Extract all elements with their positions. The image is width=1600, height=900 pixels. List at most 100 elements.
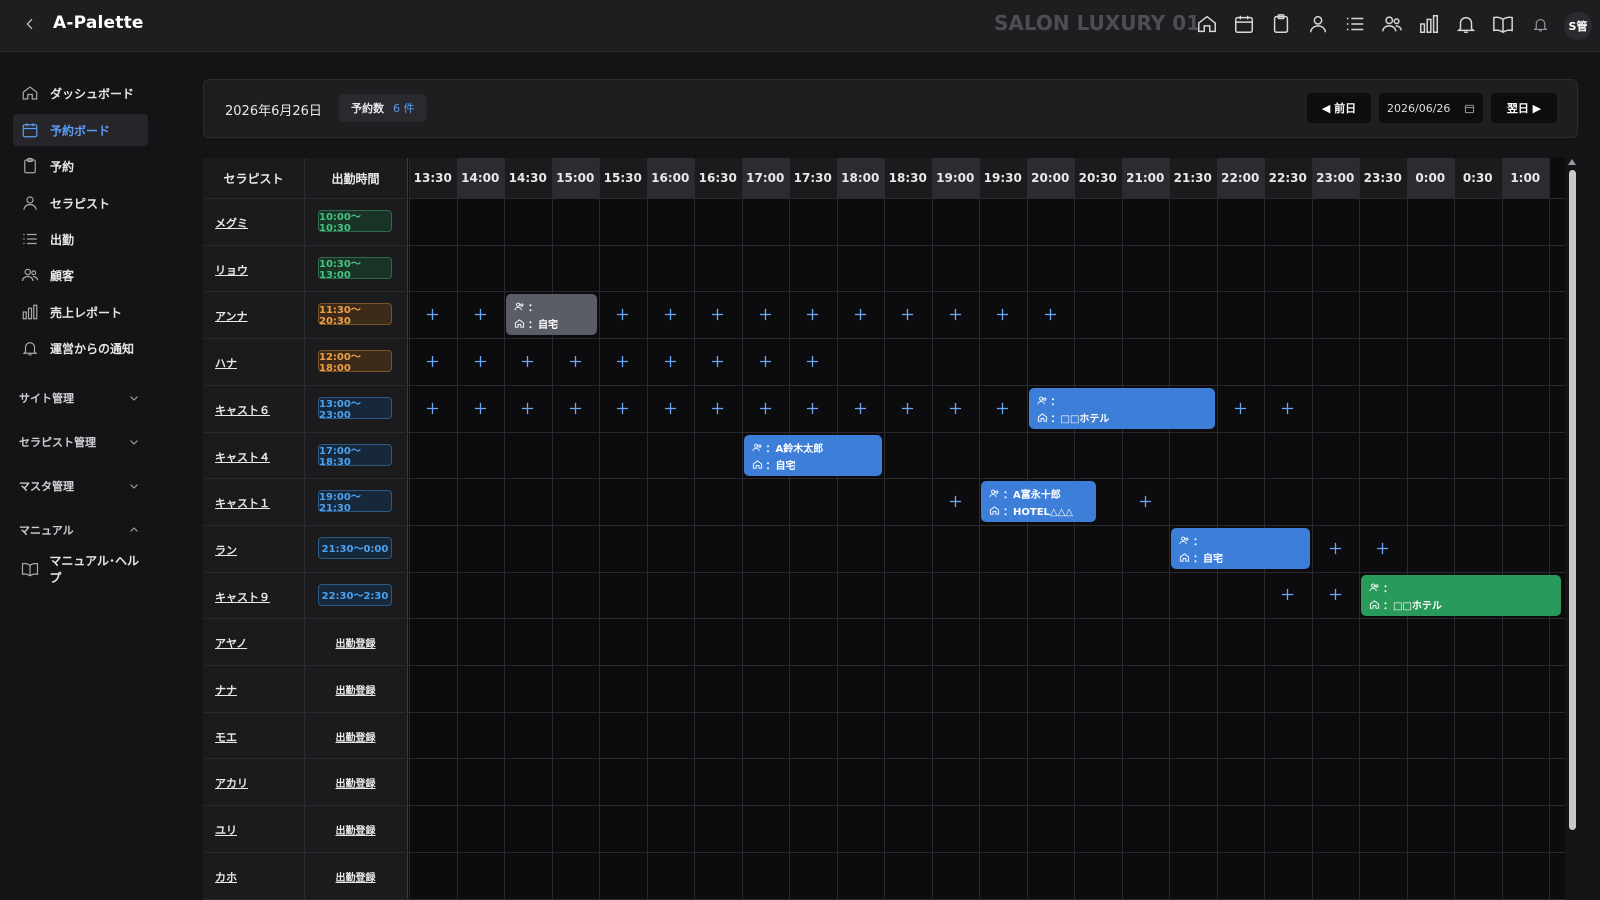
add-booking-button[interactable] bbox=[423, 351, 443, 371]
add-booking-button[interactable] bbox=[708, 398, 728, 418]
add-booking-button[interactable] bbox=[613, 351, 633, 371]
add-booking-button[interactable] bbox=[660, 305, 680, 325]
therapist-name[interactable]: キャスト４ bbox=[215, 449, 270, 465]
sidebar-item-2[interactable]: 予約 bbox=[13, 150, 148, 182]
list-icon[interactable] bbox=[1342, 11, 1368, 37]
add-booking-button[interactable] bbox=[755, 305, 775, 325]
add-booking-button[interactable] bbox=[803, 398, 823, 418]
add-booking-button[interactable] bbox=[850, 305, 870, 325]
add-booking-button[interactable] bbox=[755, 351, 775, 371]
add-booking-button[interactable] bbox=[898, 398, 918, 418]
therapist-name[interactable]: アンナ bbox=[215, 308, 248, 324]
prev-day-button[interactable]: ◀ 前日 bbox=[1307, 93, 1371, 123]
add-booking-button[interactable] bbox=[803, 305, 823, 325]
sidebar-section-2[interactable]: マスタ管理 bbox=[19, 475, 140, 497]
vertical-scrollbar[interactable] bbox=[1565, 158, 1579, 900]
therapist-name[interactable]: モエ bbox=[215, 729, 237, 745]
booking-card[interactable]: ： ：自宅 bbox=[506, 294, 597, 336]
users-icon[interactable] bbox=[1379, 11, 1405, 37]
therapist-name[interactable]: キャスト９ bbox=[215, 589, 270, 605]
home-icon[interactable] bbox=[1194, 11, 1220, 37]
therapist-name[interactable]: アカリ bbox=[215, 775, 248, 791]
add-booking-button[interactable] bbox=[1135, 492, 1155, 512]
person-icon[interactable] bbox=[1305, 11, 1331, 37]
sidebar-item-manual-help[interactable]: マニュアル･ヘルプ bbox=[13, 553, 148, 585]
add-booking-button[interactable] bbox=[945, 305, 965, 325]
add-booking-button[interactable] bbox=[565, 351, 585, 371]
book-icon[interactable] bbox=[1490, 11, 1516, 37]
therapist-name[interactable]: ナナ bbox=[215, 682, 237, 698]
sidebar-section-1[interactable]: セラピスト管理 bbox=[19, 431, 140, 453]
add-booking-button[interactable] bbox=[945, 492, 965, 512]
booking-card[interactable]: ：A鈴木太郎 ：自宅 bbox=[743, 434, 882, 476]
add-booking-button[interactable] bbox=[613, 398, 633, 418]
back-button[interactable] bbox=[19, 13, 41, 35]
add-booking-button[interactable] bbox=[1278, 398, 1298, 418]
sidebar-item-4[interactable]: 出勤 bbox=[13, 223, 148, 255]
avatar[interactable]: S管 bbox=[1564, 12, 1592, 40]
therapist-name[interactable]: アヤノ bbox=[215, 635, 247, 651]
scroll-up-arrow[interactable] bbox=[1568, 159, 1576, 165]
therapist-name[interactable]: ハナ bbox=[215, 355, 237, 371]
bar-chart-icon[interactable] bbox=[1416, 11, 1442, 37]
therapist-name[interactable]: キャスト１ bbox=[215, 495, 270, 511]
register-attendance-link[interactable]: 出勤登録 bbox=[304, 822, 407, 837]
add-booking-button[interactable] bbox=[708, 305, 728, 325]
sidebar-item-6[interactable]: 売上レポート bbox=[13, 296, 148, 328]
sidebar-item-5[interactable]: 顧客 bbox=[13, 259, 148, 291]
booking-card[interactable]: ：A富永十郎 ：HOTEL△△△ bbox=[981, 481, 1096, 523]
add-booking-button[interactable] bbox=[1040, 305, 1060, 325]
booking-card[interactable]: ： ：□□ホテル bbox=[1361, 574, 1562, 616]
register-attendance-link[interactable]: 出勤登録 bbox=[304, 635, 407, 650]
add-booking-button[interactable] bbox=[565, 398, 585, 418]
add-booking-button[interactable] bbox=[755, 398, 775, 418]
add-booking-button[interactable] bbox=[660, 351, 680, 371]
add-booking-button[interactable] bbox=[470, 351, 490, 371]
add-booking-button[interactable] bbox=[613, 305, 633, 325]
add-booking-button[interactable] bbox=[518, 398, 538, 418]
therapist-name[interactable]: カホ bbox=[215, 869, 237, 885]
add-booking-button[interactable] bbox=[945, 398, 965, 418]
register-attendance-link[interactable]: 出勤登録 bbox=[304, 729, 407, 744]
add-booking-button[interactable] bbox=[518, 351, 538, 371]
add-booking-button[interactable] bbox=[898, 305, 918, 325]
bell-icon[interactable] bbox=[1453, 11, 1479, 37]
date-input[interactable]: 2026/06/26 bbox=[1379, 93, 1483, 123]
therapist-name[interactable]: ユリ bbox=[215, 822, 237, 838]
sidebar-section-0[interactable]: サイト管理 bbox=[19, 387, 140, 409]
add-booking-button[interactable] bbox=[708, 351, 728, 371]
sidebar-item-0[interactable]: ダッシュボード bbox=[13, 77, 148, 109]
register-attendance-link[interactable]: 出勤登録 bbox=[304, 869, 407, 884]
add-booking-button[interactable] bbox=[850, 398, 870, 418]
booking-card[interactable]: ： ：自宅 bbox=[1171, 527, 1310, 569]
add-booking-button[interactable] bbox=[1373, 538, 1393, 558]
sidebar-item-7[interactable]: 運営からの通知 bbox=[13, 332, 148, 364]
add-booking-button[interactable] bbox=[423, 398, 443, 418]
add-booking-button[interactable] bbox=[803, 351, 823, 371]
sidebar-item-1[interactable]: 予約ボード bbox=[13, 114, 148, 146]
register-attendance-link[interactable]: 出勤登録 bbox=[304, 775, 407, 790]
scrollbar-thumb[interactable] bbox=[1569, 170, 1576, 830]
clipboard-icon[interactable] bbox=[1268, 11, 1294, 37]
add-booking-button[interactable] bbox=[1325, 538, 1345, 558]
therapist-name[interactable]: ラン bbox=[215, 542, 237, 558]
therapist-name[interactable]: メグミ bbox=[215, 215, 248, 231]
add-booking-button[interactable] bbox=[470, 305, 490, 325]
add-booking-button[interactable] bbox=[1278, 585, 1298, 605]
therapist-name[interactable]: リョウ bbox=[215, 262, 248, 278]
add-booking-button[interactable] bbox=[993, 398, 1013, 418]
add-booking-button[interactable] bbox=[660, 398, 680, 418]
booking-card[interactable]: ： ：□□ホテル bbox=[1028, 387, 1215, 429]
add-booking-button[interactable] bbox=[1325, 585, 1345, 605]
next-day-button[interactable]: 翌日 ▶ bbox=[1491, 93, 1557, 123]
add-booking-button[interactable] bbox=[993, 305, 1013, 325]
sidebar-item-3[interactable]: セラピスト bbox=[13, 187, 148, 219]
calendar-icon[interactable] bbox=[1231, 11, 1257, 37]
bell-small-icon[interactable] bbox=[1527, 11, 1553, 37]
register-attendance-link[interactable]: 出勤登録 bbox=[304, 682, 407, 697]
add-booking-button[interactable] bbox=[423, 305, 443, 325]
add-booking-button[interactable] bbox=[470, 398, 490, 418]
add-booking-button[interactable] bbox=[1230, 398, 1250, 418]
sidebar-section-3[interactable]: マニュアル bbox=[19, 519, 140, 541]
therapist-name[interactable]: キャスト６ bbox=[215, 402, 270, 418]
